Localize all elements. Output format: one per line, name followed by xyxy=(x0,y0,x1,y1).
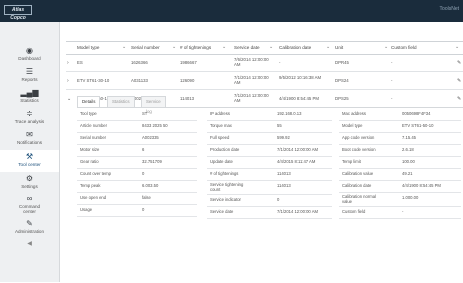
column-serial-number[interactable]: Serial number xyxy=(131,45,160,50)
table-header: Model type ⌄ Serial number ⌄ # of tighte… xyxy=(66,41,463,55)
sidebar-item-settings[interactable]: ⚙ Settings xyxy=(0,174,59,189)
column-service-date[interactable]: Service date xyxy=(234,45,260,50)
sidebar-item-reports[interactable]: ☰ Reports xyxy=(0,67,59,82)
chevron-down-icon[interactable]: ⌄ xyxy=(326,44,330,50)
table-row[interactable]: › ES 1626366 1986667 7/6/2014 12:00:00 A… xyxy=(66,54,463,72)
collapse-row-icon[interactable]: ⌄ xyxy=(67,96,71,102)
column-model-type[interactable]: Model type xyxy=(77,45,99,50)
notifications-icon: ✉ xyxy=(26,130,33,139)
sidebar-item-dashboard[interactable]: ◉ Dashboard xyxy=(0,46,59,61)
chevron-down-icon[interactable]: ⌄ xyxy=(455,44,459,50)
chevron-down-icon[interactable]: ⌄ xyxy=(172,44,176,50)
sidebar: ◉ Dashboard ☰ Reports ▂▄▆ Statistics ≑ T… xyxy=(0,22,60,282)
collapse-icon: ◀ xyxy=(27,241,32,247)
sidebar-item-administration[interactable]: ✎ Administration xyxy=(0,219,59,234)
column-tightenings[interactable]: # of tightenings xyxy=(180,45,211,50)
sidebar-item-tool-center[interactable]: ⚒ Tool center xyxy=(0,150,59,172)
edit-icon[interactable]: ✎ xyxy=(457,78,461,84)
column-custom-field[interactable]: Custom field xyxy=(391,45,417,50)
detail-service-date: Service date 7/1/2014 12:00:00 AM xyxy=(207,206,332,219)
detail-service-tightening-count: Service tightening count 114013 xyxy=(207,180,332,195)
administration-icon: ✎ xyxy=(26,219,33,228)
detail-usage: Usage 0 xyxy=(77,204,197,217)
chevron-down-icon[interactable]: ⌄ xyxy=(269,44,273,50)
tool-center-icon: ⚒ xyxy=(25,152,34,161)
command-center-icon: ∞ xyxy=(26,194,33,203)
sidebar-item-command-center[interactable]: ∞ Command center xyxy=(0,194,59,214)
expand-row-icon[interactable]: › xyxy=(67,78,69,84)
column-calibration-date[interactable]: Calibration date xyxy=(279,45,311,50)
chevron-down-icon[interactable]: ⌄ xyxy=(384,44,388,50)
dashboard-icon: ◉ xyxy=(26,46,33,55)
settings-icon: ⚙ xyxy=(25,174,34,183)
edit-icon[interactable]: ✎ xyxy=(457,60,461,66)
sidebar-item-notifications[interactable]: ✉ Notifications xyxy=(0,130,59,145)
app-name: ToolsNet xyxy=(439,6,459,12)
column-unit[interactable]: Unit xyxy=(335,45,343,50)
detail-custom-field: Custom field - xyxy=(339,206,461,219)
top-bar: Atlas Copco ToolsNet xyxy=(0,0,463,22)
edit-icon[interactable]: ✎ xyxy=(457,96,461,102)
chevron-down-icon[interactable]: ⌄ xyxy=(222,44,226,50)
sidebar-item-statistics[interactable]: ▂▄▆ Statistics xyxy=(0,88,59,103)
tool-center-panel: Model type ⌄ Serial number ⌄ # of tighte… xyxy=(66,41,463,282)
app-logo[interactable]: Atlas Copco xyxy=(4,5,32,21)
table-row[interactable]: › ETV ST61-30-10 A031133 126090 7/1/2014… xyxy=(66,72,463,90)
chevron-down-icon[interactable]: ⌄ xyxy=(122,44,126,50)
trace-analysis-icon: ≑ xyxy=(26,109,33,118)
detail-calibration-normal-value: Calibration normal value 1.000.00 xyxy=(339,192,461,207)
tool-details-grid: Tool type ST Article number 8433 2025 50 S… xyxy=(77,107,463,283)
sidebar-item-trace-analysis[interactable]: ≑ Trace analysis xyxy=(0,109,59,124)
statistics-icon: ▂▄▆ xyxy=(20,88,39,97)
reports-icon: ☰ xyxy=(25,67,34,76)
expand-row-icon[interactable]: › xyxy=(67,60,69,66)
sidebar-collapse-button[interactable]: ◀ xyxy=(0,240,59,250)
